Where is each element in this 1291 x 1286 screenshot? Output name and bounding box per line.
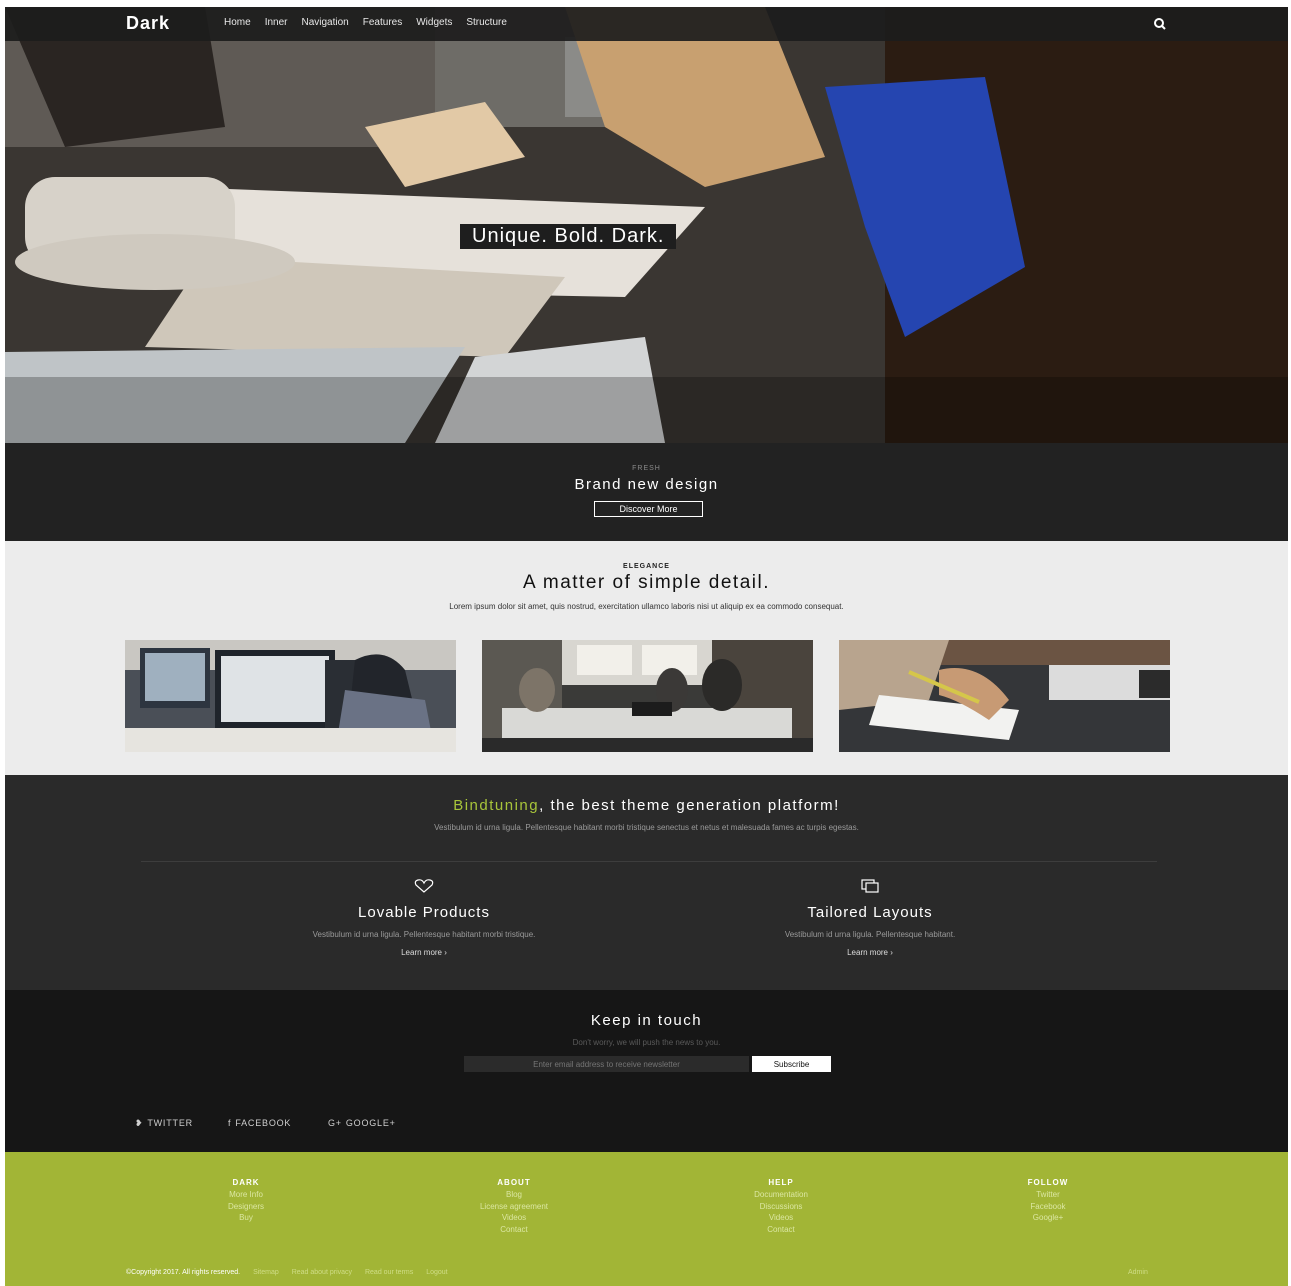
platform-heading: Bindtuning, the best theme generation pl… [5, 797, 1288, 814]
discover-more-button[interactable]: Discover More [594, 501, 703, 517]
nav-item-features[interactable]: Features [363, 17, 402, 28]
social-facebook-link[interactable]: f FACEBOOK [228, 1118, 291, 1128]
top-navbar: Dark Home Inner Navigation Features Widg… [5, 7, 1288, 41]
feature-description: Vestibulum id urna ligula. Pellentesque … [784, 930, 956, 939]
footer-link[interactable]: Buy [156, 1212, 336, 1224]
footer-link[interactable]: Videos [424, 1212, 604, 1224]
privacy-link[interactable]: Read about privacy [292, 1269, 352, 1276]
feature-title: Tailored Layouts [807, 904, 933, 921]
gallery-photo-office [125, 640, 456, 752]
social-label: TWITTER [147, 1118, 193, 1128]
learn-more-link[interactable]: Learn more › [750, 948, 990, 957]
copyright-text: ©Copyright 2017. All rights reserved. [126, 1269, 241, 1276]
nav-item-widgets[interactable]: Widgets [416, 17, 452, 28]
feature-lovable-products: Lovable Products Vestibulum id urna ligu… [304, 879, 544, 957]
footer-column-follow: FOLLOW Twitter Facebook Google+ [958, 1178, 1138, 1224]
footer-column-heading: HELP [768, 1178, 794, 1187]
newsletter-subtext: Don't worry, we will push the news to yo… [572, 1038, 721, 1047]
footer-column-about: ABOUT Blog License agreement Videos Cont… [424, 1178, 604, 1235]
gallery-photo-writing [839, 640, 1170, 752]
learn-more-link[interactable]: Learn more › [304, 948, 544, 957]
elegance-subtext: Lorem ipsum dolor sit amet, quis nostrud… [449, 602, 844, 611]
sitemap-link[interactable]: Sitemap [253, 1269, 279, 1276]
footer-column-heading: DARK [232, 1178, 260, 1187]
fresh-eyebrow: FRESH [632, 465, 661, 472]
fresh-section: FRESH Brand new design Discover More [5, 443, 1288, 541]
terms-link[interactable]: Read our terms [365, 1269, 413, 1276]
elegance-heading: A matter of simple detail. [522, 572, 771, 593]
subscribe-button[interactable]: Subscribe [752, 1056, 831, 1072]
nav-item-home[interactable]: Home [224, 17, 251, 28]
platform-heading-text: , the best theme generation platform! [539, 797, 840, 814]
page: Dark Home Inner Navigation Features Widg… [5, 7, 1288, 1286]
newsletter-email-input[interactable] [464, 1056, 749, 1072]
layers-icon [861, 879, 879, 893]
platform-subtext: Vestibulum id urna ligula. Pellentesque … [434, 823, 859, 832]
footer-link[interactable]: Designers [156, 1201, 336, 1213]
footer-link[interactable]: Facebook [958, 1201, 1138, 1213]
fresh-heading: Brand new design [574, 476, 719, 493]
newsletter-section: Keep in touch Don't worry, we will push … [5, 990, 1288, 1152]
twitter-icon: ❥ [135, 1118, 144, 1128]
main-menu: Home Inner Navigation Features Widgets S… [224, 17, 521, 28]
elegance-section: ELEGANCE A matter of simple detail. Lore… [5, 541, 1288, 775]
footer-link[interactable]: Videos [691, 1212, 871, 1224]
heart-icon [414, 879, 434, 893]
search-icon[interactable] [1152, 16, 1168, 32]
elegance-eyebrow: ELEGANCE [623, 563, 670, 570]
section-divider [141, 861, 1157, 862]
newsletter-heading: Keep in touch [590, 1012, 703, 1029]
nav-item-structure[interactable]: Structure [466, 17, 507, 28]
footer-link[interactable]: Contact [424, 1224, 604, 1236]
footer-link[interactable]: More Info [156, 1189, 336, 1201]
gallery-photo-meeting [482, 640, 813, 752]
feature-tailored-layouts: Tailored Layouts Vestibulum id urna ligu… [750, 879, 990, 957]
social-twitter-link[interactable]: ❥ TWITTER [135, 1118, 193, 1129]
footer-link[interactable]: Documentation [691, 1189, 871, 1201]
platform-section: Bindtuning, the best theme generation pl… [5, 775, 1288, 990]
hero-title: Unique. Bold. Dark. [460, 224, 677, 249]
nav-item-inner[interactable]: Inner [265, 17, 288, 28]
google-plus-icon: G+ [328, 1118, 342, 1128]
feature-title: Lovable Products [358, 904, 490, 921]
social-label: GOOGLE+ [345, 1118, 396, 1128]
social-googleplus-link[interactable]: G+ GOOGLE+ [328, 1118, 396, 1128]
site-footer: DARK More Info Designers Buy ABOUT Blog … [5, 1152, 1288, 1286]
social-label: FACEBOOK [235, 1118, 292, 1128]
nav-item-navigation[interactable]: Navigation [301, 17, 348, 28]
logout-link[interactable]: Logout [426, 1269, 447, 1276]
feature-description: Vestibulum id urna ligula. Pellentesque … [312, 930, 536, 939]
footer-link[interactable]: Blog [424, 1189, 604, 1201]
platform-brand[interactable]: Bindtuning [453, 797, 539, 814]
footer-link[interactable]: Google+ [958, 1212, 1138, 1224]
footer-link[interactable]: License agreement [424, 1201, 604, 1213]
facebook-icon: f [228, 1118, 232, 1128]
footer-column-heading: ABOUT [497, 1178, 531, 1187]
footer-column-heading: FOLLOW [1027, 1178, 1069, 1187]
admin-link[interactable]: Admin [1128, 1269, 1148, 1276]
footer-link[interactable]: Discussions [691, 1201, 871, 1213]
footer-column-help: HELP Documentation Discussions Videos Co… [691, 1178, 871, 1235]
footer-link[interactable]: Twitter [958, 1189, 1138, 1201]
footer-column-dark: DARK More Info Designers Buy [156, 1178, 336, 1224]
copyright-bar: ©Copyright 2017. All rights reserved. Si… [126, 1269, 448, 1276]
footer-link[interactable]: Contact [691, 1224, 871, 1236]
site-logo[interactable]: Dark [126, 13, 170, 34]
